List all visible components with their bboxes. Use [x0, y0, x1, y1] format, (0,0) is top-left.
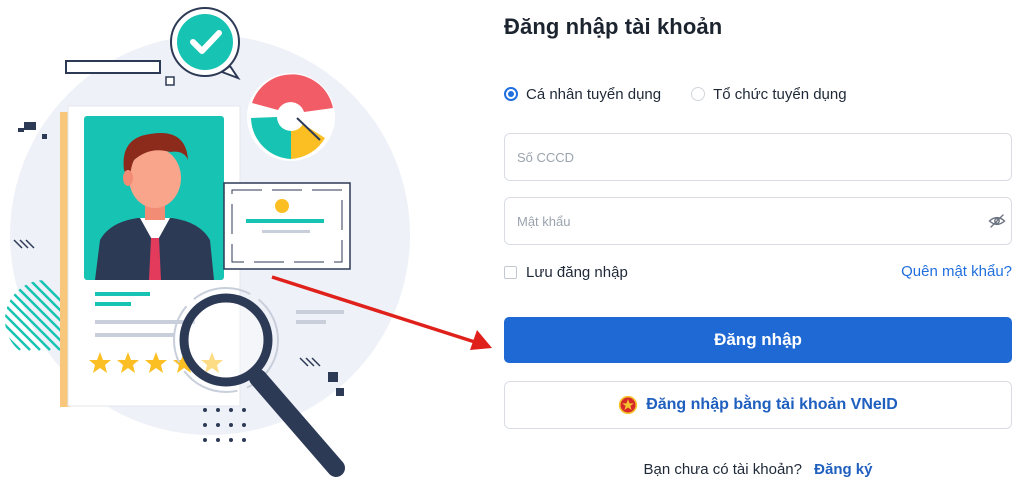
square-decoration	[24, 122, 36, 130]
remember-label: Lưu đăng nhập	[526, 264, 628, 281]
check-icon	[170, 7, 241, 81]
signup-row: Bạn chưa có tài khoản? Đăng ký	[504, 461, 1012, 478]
remember-checkbox[interactable]	[504, 266, 517, 279]
donut-chart-icon	[247, 73, 335, 161]
national-emblem-icon	[619, 395, 638, 415]
radio-organization-recruiter[interactable]: Tổ chức tuyển dụng	[691, 85, 847, 103]
page-title: Đăng nhập tài khoản	[504, 14, 723, 39]
forgot-password-link[interactable]: Quên mật khẩu?	[901, 263, 1012, 280]
radio-personal-recruiter[interactable]: Cá nhân tuyển dụng	[504, 86, 661, 103]
signup-link[interactable]: Đăng ký	[814, 461, 872, 478]
radio-unchecked-icon[interactable]	[691, 87, 706, 101]
radio-label: Cá nhân tuyển dụng	[526, 85, 662, 103]
radio-label: Tổ chức tuyển dụng	[713, 85, 847, 103]
radio-checked-icon[interactable]	[504, 87, 518, 101]
cccd-input[interactable]	[504, 133, 1012, 181]
login-form: Đăng nhập tài khoản Cá nhân tuyển dụng T…	[504, 0, 1014, 482]
vneid-label: Đăng nhập bằng tài khoản VNeID	[646, 396, 898, 413]
vneid-login-button[interactable]: Đăng nhập bằng tài khoản VNeID	[504, 381, 1012, 429]
account-type-selector: Cá nhân tuyển dụng Tổ chức tuyển dụng	[504, 84, 847, 104]
login-button[interactable]: Đăng nhập	[504, 317, 1012, 363]
label-bar-decoration	[65, 60, 161, 74]
signup-question: Bạn chưa có tài khoản?	[643, 461, 802, 478]
resume-illustration	[5, 7, 410, 477]
remember-me[interactable]: Lưu đăng nhập	[504, 264, 628, 281]
password-input[interactable]	[504, 197, 1012, 245]
eye-slash-icon[interactable]	[988, 212, 1006, 230]
